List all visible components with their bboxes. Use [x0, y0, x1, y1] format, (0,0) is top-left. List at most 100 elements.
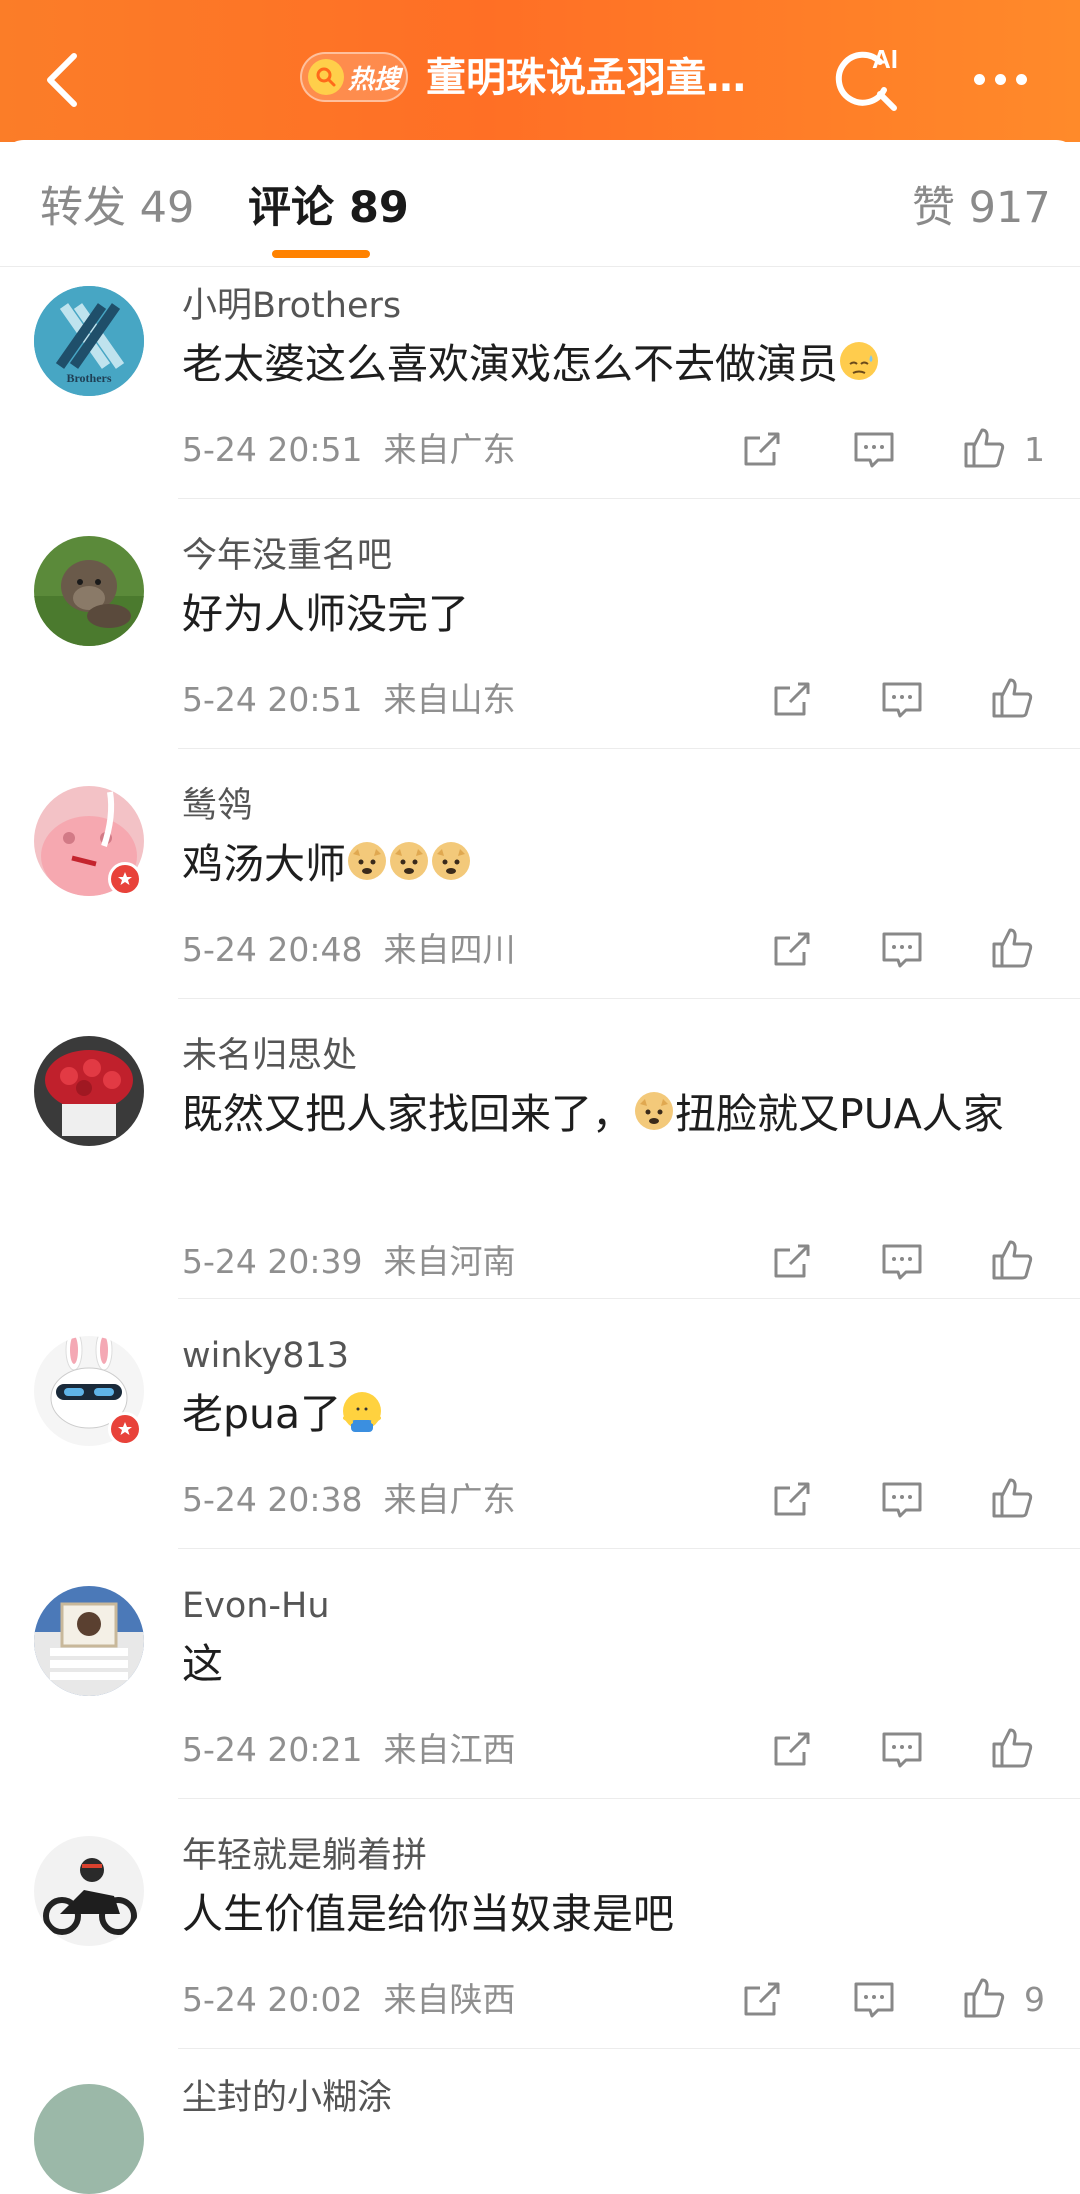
tab-bar: 转发 49 评论 89 赞 917: [0, 140, 1080, 267]
more-button[interactable]: [960, 54, 1040, 104]
like-icon[interactable]: [960, 1974, 1008, 2022]
like-icon[interactable]: [988, 1724, 1036, 1772]
share-icon[interactable]: [768, 926, 816, 974]
location: 来自广东: [383, 430, 516, 469]
avatar[interactable]: [34, 536, 144, 646]
divider: [178, 1798, 1080, 1799]
like-icon[interactable]: [988, 924, 1036, 972]
avatar[interactable]: Brothers: [34, 286, 144, 396]
username[interactable]: Evon-Hu: [182, 1584, 330, 1628]
shrug-emoji-icon: [343, 1392, 382, 1432]
username[interactable]: 小明Brothers: [182, 284, 401, 328]
doge-emoji-icon: [635, 1092, 673, 1130]
timestamp: 5-24 20:48: [182, 930, 363, 969]
like-count: 9: [1024, 1980, 1045, 2019]
timestamp: 5-24 20:51: [182, 680, 363, 719]
dog-avatar-image: [34, 536, 144, 646]
tab-likes[interactable]: 赞 917: [912, 180, 1051, 236]
sweat-emoji-icon: [840, 342, 878, 380]
timestamp: 5-24 20:02: [182, 1980, 363, 2019]
share-icon[interactable]: [768, 1238, 816, 1286]
ai-search-button[interactable]: AI: [828, 40, 908, 120]
comment-icon[interactable]: [878, 676, 926, 724]
more-icon: [973, 73, 985, 85]
hot-search-label: 热搜: [348, 64, 401, 95]
timestamp: 5-24 20:39: [182, 1242, 363, 1281]
comment-meta: 5-24 20:02 来自陕西: [182, 1978, 515, 2022]
comment-text: 鸡汤大师: [182, 836, 1042, 892]
avatar[interactable]: [34, 1586, 144, 1696]
username[interactable]: 今年没重名吧: [182, 534, 392, 578]
hot-search-badge[interactable]: 热搜: [300, 52, 408, 102]
timestamp: 5-24 20:38: [182, 1480, 363, 1519]
back-arrow-icon: [47, 53, 77, 107]
comment-icon[interactable]: [850, 426, 898, 474]
share-icon[interactable]: [738, 426, 786, 474]
comment-icon[interactable]: [850, 1976, 898, 2024]
timestamp: 5-24 20:51: [182, 430, 363, 469]
divider: [178, 748, 1080, 749]
username[interactable]: 尘封的小糊涂: [182, 2076, 392, 2120]
comment-icon[interactable]: [878, 1238, 926, 1286]
search-icon: [308, 59, 344, 95]
location: 来自山东: [383, 680, 516, 719]
divider: [178, 1298, 1080, 1299]
tab-comments[interactable]: 评论 89: [248, 180, 409, 236]
location: 来自广东: [383, 1480, 516, 1519]
verified-badge-icon: [108, 1412, 142, 1446]
verified-badge-icon: [108, 862, 142, 896]
divider: [178, 1548, 1080, 1549]
comment-text: 老太婆这么喜欢演戏怎么不去做演员: [182, 336, 1042, 392]
comment-icon[interactable]: [878, 926, 926, 974]
username[interactable]: 未名归思处: [182, 1034, 357, 1078]
share-icon[interactable]: [768, 1726, 816, 1774]
comment-meta: 5-24 20:21 来自江西: [182, 1728, 515, 1772]
username[interactable]: 鸶鸰: [182, 784, 252, 828]
comment-icon[interactable]: [878, 1726, 926, 1774]
svg-text:Brothers: Brothers: [66, 371, 111, 385]
comment-text: 这: [182, 1640, 223, 1688]
comment-text: 好为人师没完了: [182, 590, 469, 638]
share-icon[interactable]: [768, 676, 816, 724]
active-tab-indicator: [272, 250, 370, 258]
share-icon[interactable]: [738, 1976, 786, 2024]
comment-text: 既然又把人家找回来了， 扭脸就又PUA人家: [182, 1090, 1004, 1138]
doge-emoji-icon: [432, 842, 470, 880]
avatar[interactable]: [34, 1836, 144, 1946]
location: 来自陕西: [383, 1980, 516, 2019]
divider: [178, 2048, 1080, 2049]
like-icon[interactable]: [988, 1474, 1036, 1522]
avatar[interactable]: [34, 1036, 144, 1146]
comment-text: 老pua了: [182, 1386, 1042, 1442]
like-icon[interactable]: [960, 424, 1008, 472]
username[interactable]: 年轻就是躺着拼: [182, 1834, 427, 1878]
doge-emoji-icon: [390, 842, 428, 880]
comment-meta: 5-24 20:51 来自山东: [182, 678, 515, 722]
top-bar: 热搜 董明珠说孟羽童… AI: [0, 0, 1080, 142]
timestamp: 5-24 20:21: [182, 1730, 363, 1769]
comment-text: 人生价值是给你当奴隶是吧: [182, 1890, 674, 1938]
comment-icon[interactable]: [878, 1476, 926, 1524]
motorbike-avatar-image: [34, 1836, 144, 1946]
page-title: 董明珠说孟羽童…: [426, 55, 746, 101]
back-button[interactable]: [32, 40, 92, 120]
comment-meta: 5-24 20:39 来自河南: [182, 1240, 515, 1284]
location: 来自江西: [383, 1730, 516, 1769]
avatar[interactable]: [34, 2084, 144, 2194]
location: 来自四川: [383, 930, 516, 969]
comment-meta: 5-24 20:38 来自广东: [182, 1478, 515, 1522]
roses-avatar-image: [34, 1036, 144, 1146]
like-icon[interactable]: [988, 674, 1036, 722]
divider: [178, 498, 1080, 499]
share-icon[interactable]: [768, 1476, 816, 1524]
comment-meta: 5-24 20:51 来自广东: [182, 428, 515, 472]
divider: [178, 998, 1080, 999]
ai-label: AI: [872, 44, 898, 74]
location: 来自河南: [383, 1242, 516, 1281]
doge-emoji-icon: [348, 842, 386, 880]
tab-forward[interactable]: 转发 49: [40, 180, 194, 236]
username[interactable]: winky813: [182, 1334, 349, 1378]
like-icon[interactable]: [988, 1236, 1036, 1284]
brothers-logo: Brothers: [34, 286, 144, 396]
comment-meta: 5-24 20:48 来自四川: [182, 928, 515, 972]
